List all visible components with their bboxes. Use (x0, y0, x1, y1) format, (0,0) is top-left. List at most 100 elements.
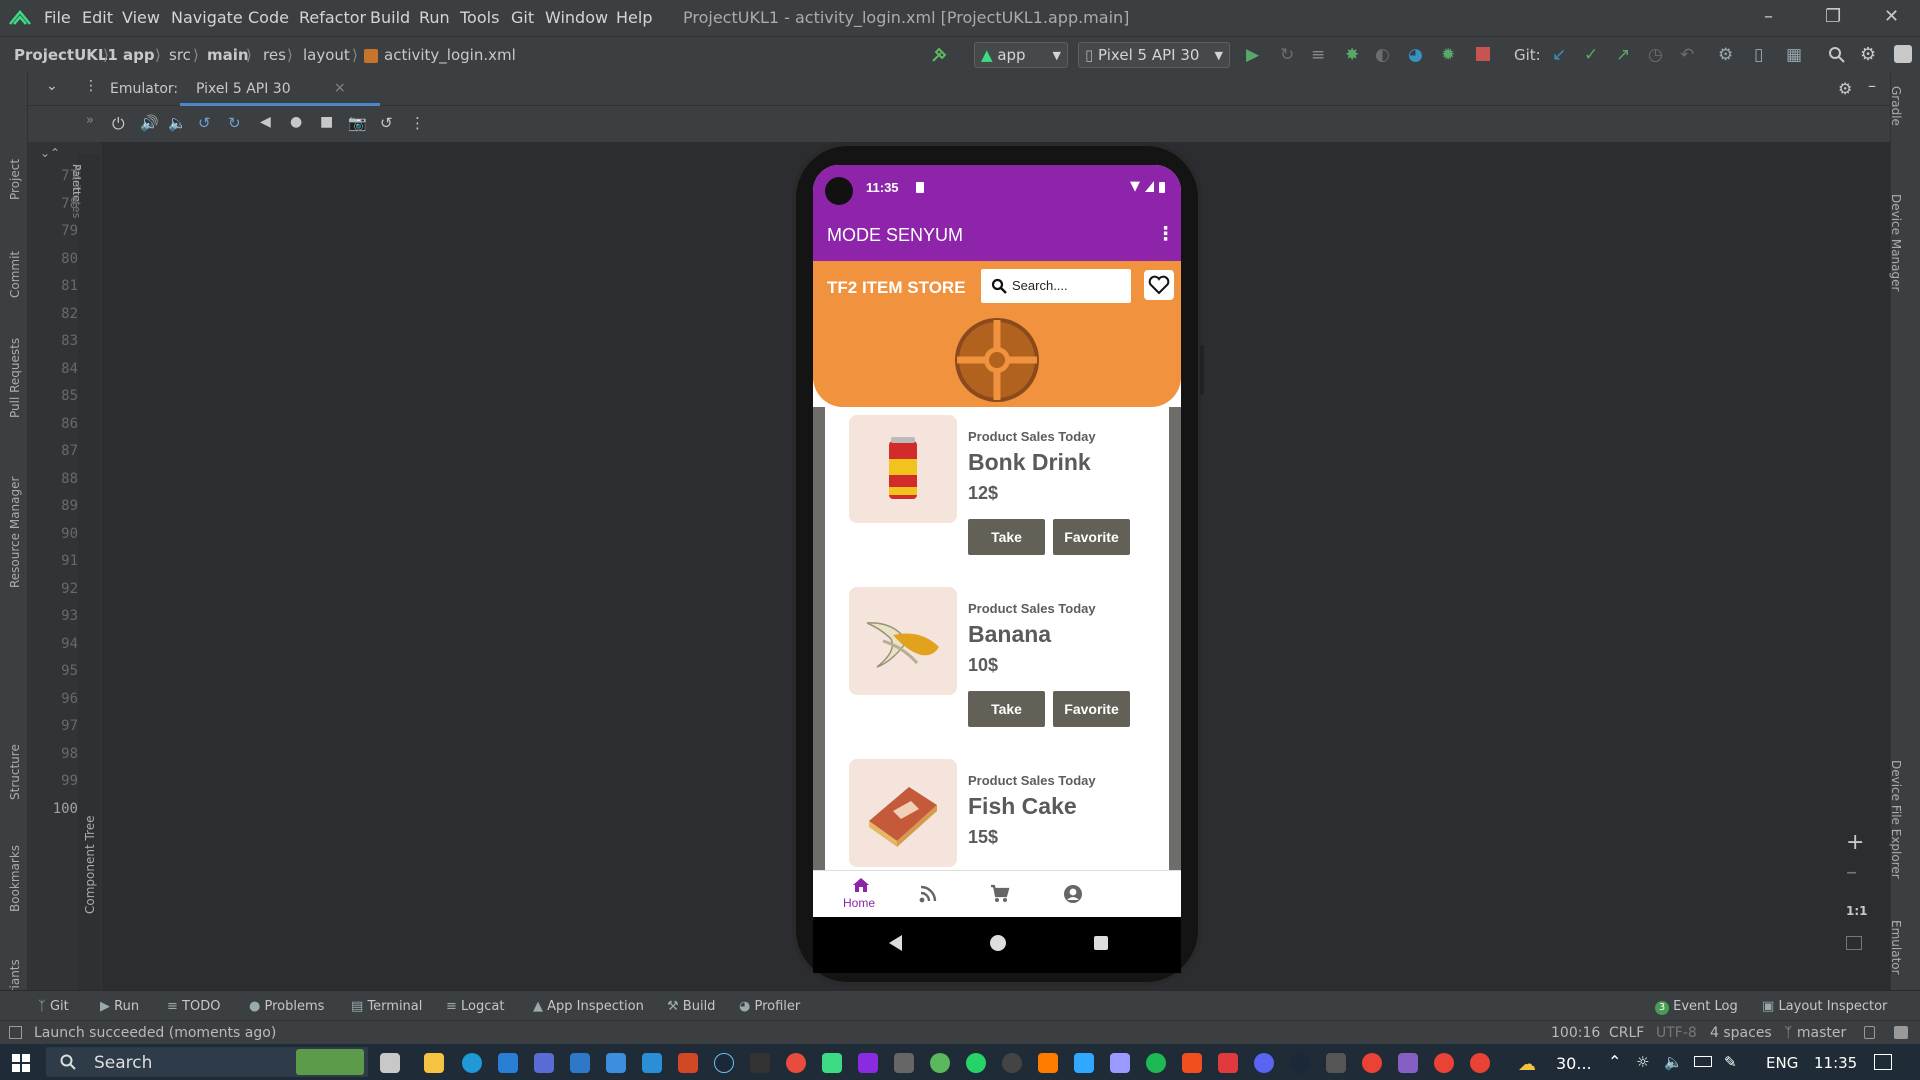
whiteboard-icon[interactable] (534, 1053, 554, 1073)
toolwindow-app-inspection[interactable]: ▲ App Inspection (533, 999, 644, 1014)
toolwindow-terminal[interactable]: ▤ Terminal (351, 999, 422, 1014)
run-config-select[interactable]: ▲ app ▼ (974, 42, 1068, 68)
tool-component-tree[interactable]: Component Tree (83, 816, 97, 914)
menu-build[interactable]: Build (370, 8, 410, 27)
back-icon[interactable]: ◀ (260, 114, 271, 130)
coverage-icon[interactable]: ◐ (1375, 45, 1390, 65)
tool-gradle[interactable]: Gradle (1889, 86, 1903, 126)
device-manager-icon[interactable]: ▯ (1754, 45, 1763, 65)
pen-tray-icon[interactable]: ✎ (1724, 1053, 1737, 1071)
tool-resource-manager[interactable]: Resource Manager (8, 477, 22, 588)
breadcrumb-app[interactable]: app (123, 46, 155, 64)
device-select[interactable]: ▯ Pixel 5 API 30 ▼ (1078, 42, 1230, 68)
toolwindow-profiler[interactable]: ◕ Profiler (739, 999, 800, 1014)
take-button[interactable]: Take (968, 519, 1045, 555)
discord-icon[interactable] (1254, 1053, 1274, 1073)
chevron-down-icon[interactable]: ⌄ (46, 78, 58, 94)
fold-icon[interactable]: ⌄⌃ (40, 146, 60, 160)
chrome-2-icon[interactable] (1362, 1053, 1382, 1073)
account-avatar-icon[interactable] (1894, 45, 1912, 63)
breadcrumb-layout[interactable]: layout (303, 46, 350, 64)
snapshot-icon[interactable]: ↺ (380, 114, 393, 132)
unity-icon[interactable] (1002, 1053, 1022, 1073)
take-button[interactable]: Take (968, 691, 1045, 727)
premiere-icon[interactable] (1110, 1053, 1130, 1073)
chrome-icon[interactable] (786, 1053, 806, 1073)
git-history-icon[interactable]: ◷ (1648, 45, 1663, 65)
hammer-build-icon[interactable] (930, 46, 948, 64)
menu-help[interactable]: Help (616, 8, 652, 27)
menu-view[interactable]: View (122, 8, 160, 27)
weather-icon[interactable]: ☁ (1518, 1054, 1536, 1075)
file-encoding[interactable]: UTF-8 (1656, 1025, 1697, 1041)
menu-window[interactable]: Window (545, 8, 608, 27)
epic-games-icon[interactable] (750, 1053, 770, 1073)
indent-setting[interactable]: 4 spaces (1710, 1025, 1772, 1041)
tool-emulator[interactable]: Emulator (1889, 920, 1903, 975)
zoom-in-icon[interactable]: + (1846, 830, 1864, 855)
cursor-position[interactable]: 100:16 (1551, 1025, 1600, 1041)
task-view-icon[interactable] (380, 1053, 400, 1073)
toolwindow-run[interactable]: ▶ Run (100, 999, 139, 1014)
notification-center-icon[interactable] (1874, 1054, 1892, 1070)
git-commit-icon[interactable]: ✓ (1584, 45, 1598, 65)
more-vertical-icon[interactable]: ⋮ (410, 114, 425, 132)
favorites-button[interactable] (1144, 270, 1174, 300)
vscode-icon[interactable] (642, 1053, 662, 1073)
sdk-manager-icon[interactable]: ▦ (1786, 45, 1802, 65)
attach-debugger-icon[interactable]: ✹ (1441, 45, 1455, 65)
more-options-icon[interactable]: ⋮ (84, 78, 98, 94)
minimize-icon[interactable]: – (1764, 6, 1773, 27)
tool-bookmarks[interactable]: Bookmarks (8, 845, 22, 912)
volume-up-icon[interactable]: 🔊 (140, 114, 159, 132)
ms-store-icon[interactable] (570, 1053, 590, 1073)
windows-start-icon[interactable] (12, 1054, 30, 1072)
toolwindow-event-log[interactable]: 3 Event Log (1655, 999, 1738, 1015)
nav-cart-icon[interactable] (990, 884, 1010, 904)
taskbar-search-box[interactable]: Search (46, 1047, 368, 1077)
toolwindow-git[interactable]: ᛉ Git (38, 999, 69, 1014)
breadcrumb-res[interactable]: res (263, 46, 286, 64)
edge-icon[interactable] (462, 1053, 482, 1073)
system-back-icon[interactable] (889, 935, 902, 951)
lock-icon[interactable] (1864, 1026, 1875, 1039)
system-recents-icon[interactable] (1094, 936, 1108, 950)
file-explorer-icon[interactable] (424, 1053, 444, 1073)
toolwindow-build[interactable]: ⚒ Build (667, 999, 715, 1014)
menu-code[interactable]: Code (248, 8, 289, 27)
visual-studio-icon[interactable] (1398, 1053, 1418, 1073)
run-icon[interactable]: ▶ (1246, 45, 1259, 65)
hide-panel-icon[interactable]: – (1868, 76, 1876, 95)
menu-git[interactable]: Git (511, 8, 534, 27)
notifications-icon[interactable] (1894, 1026, 1908, 1039)
toolwindow-todo[interactable]: ≡ TODO (167, 999, 220, 1014)
search-input[interactable]: Search.... (981, 269, 1131, 303)
nav-account-icon[interactable] (1063, 884, 1083, 904)
tab-pixel5[interactable]: Pixel 5 API 30 × (180, 72, 380, 106)
nav-feed-rss-icon[interactable] (919, 885, 937, 903)
tool-pull-requests[interactable]: Pull Requests (8, 338, 22, 418)
speaker-tray-icon[interactable]: 🔈 (1664, 1053, 1683, 1071)
status-toggle-icon[interactable] (9, 1026, 22, 1039)
spotify-icon[interactable] (1146, 1053, 1166, 1073)
favorite-button[interactable]: Favorite (1053, 519, 1130, 555)
app-icon-cube[interactable] (894, 1053, 914, 1073)
git-push-icon[interactable]: ↗ (1616, 45, 1630, 65)
tray-chevron-icon[interactable]: ⌃ (1608, 1052, 1621, 1071)
steam-2-icon[interactable] (1290, 1053, 1310, 1073)
expand-chevron-icon[interactable]: » (86, 113, 94, 128)
git-update-icon[interactable]: ↙ (1552, 45, 1566, 65)
todo-app-icon[interactable] (606, 1053, 626, 1073)
zoom-fit-icon[interactable] (1846, 936, 1862, 950)
git-rollback-icon[interactable]: ↶ (1680, 45, 1694, 65)
stop-icon[interactable] (1476, 47, 1490, 61)
photoshop-icon[interactable] (1074, 1053, 1094, 1073)
tool-device-file-explorer[interactable]: Device File Explorer (1889, 760, 1903, 879)
volume-down-icon[interactable]: 🔈 (168, 114, 187, 132)
close-tab-icon[interactable]: × (334, 80, 346, 96)
overflow-menu-icon[interactable]: ⋮ (1156, 223, 1175, 245)
menu-tools[interactable]: Tools (460, 8, 499, 27)
battery-tray-icon[interactable] (1694, 1056, 1712, 1067)
whatsapp-icon[interactable] (966, 1053, 986, 1073)
taskbar-clock[interactable]: 11:35 (1814, 1054, 1857, 1072)
